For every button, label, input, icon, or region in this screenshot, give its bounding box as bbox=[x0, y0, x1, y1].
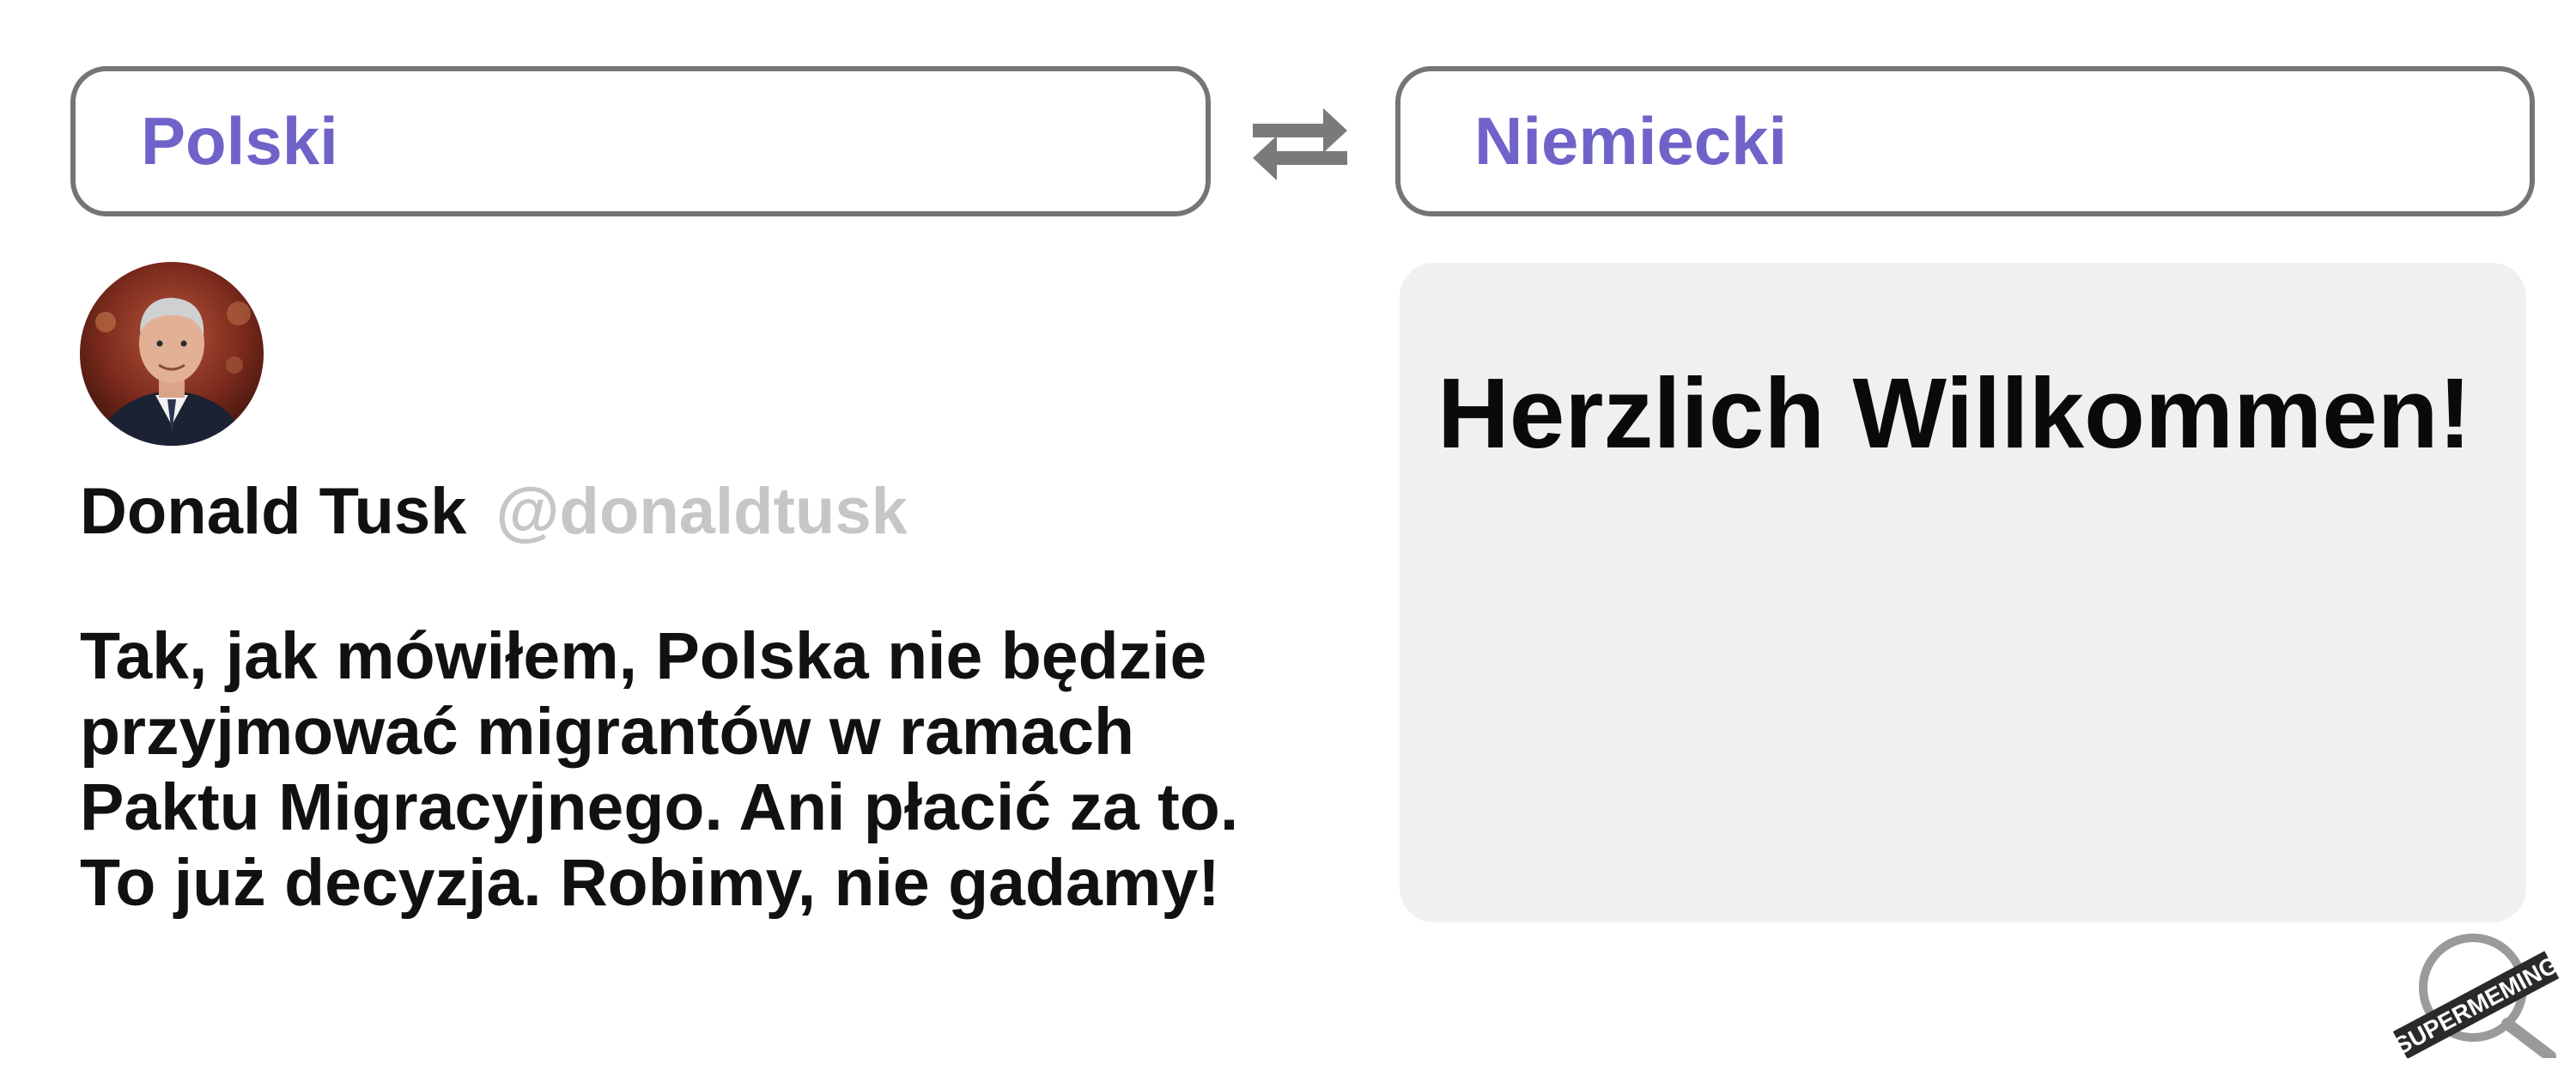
source-text[interactable]: Tak, jak mówiłem, Polska nie będzie przy… bbox=[80, 618, 1368, 921]
swap-languages-button[interactable] bbox=[1249, 106, 1351, 184]
translation-output: Herzlich Willkommen! bbox=[1400, 263, 2526, 922]
source-text-line: Paktu Migracyjnego. Ani płacić za to. bbox=[80, 770, 1239, 844]
tweet-author: Donald Tusk @donaldtusk bbox=[80, 471, 908, 553]
target-language-label: Niemiecki bbox=[1474, 103, 1788, 179]
watermark-logo: SUPERMEMING bbox=[2387, 929, 2567, 1062]
avatar bbox=[80, 262, 264, 446]
target-language-selector[interactable]: Niemiecki bbox=[1395, 66, 2535, 216]
swap-arrows-icon bbox=[1253, 108, 1347, 180]
source-language-label: Polski bbox=[141, 103, 338, 179]
source-text-line: To już decyzja. Robimy, nie gadamy! bbox=[80, 846, 1220, 920]
translator-page: Polski Niemiecki Donald Tusk @donaldtusk… bbox=[0, 0, 2576, 1083]
author-name: Donald Tusk bbox=[80, 475, 467, 548]
translation-text: Herzlich Willkommen! bbox=[1437, 357, 2472, 469]
source-text-line: przyjmować migrantów w ramach bbox=[80, 695, 1135, 769]
source-language-selector[interactable]: Polski bbox=[70, 66, 1211, 216]
source-text-line: Tak, jak mówiłem, Polska nie będzie bbox=[80, 619, 1207, 693]
author-handle: @donaldtusk bbox=[495, 475, 908, 548]
